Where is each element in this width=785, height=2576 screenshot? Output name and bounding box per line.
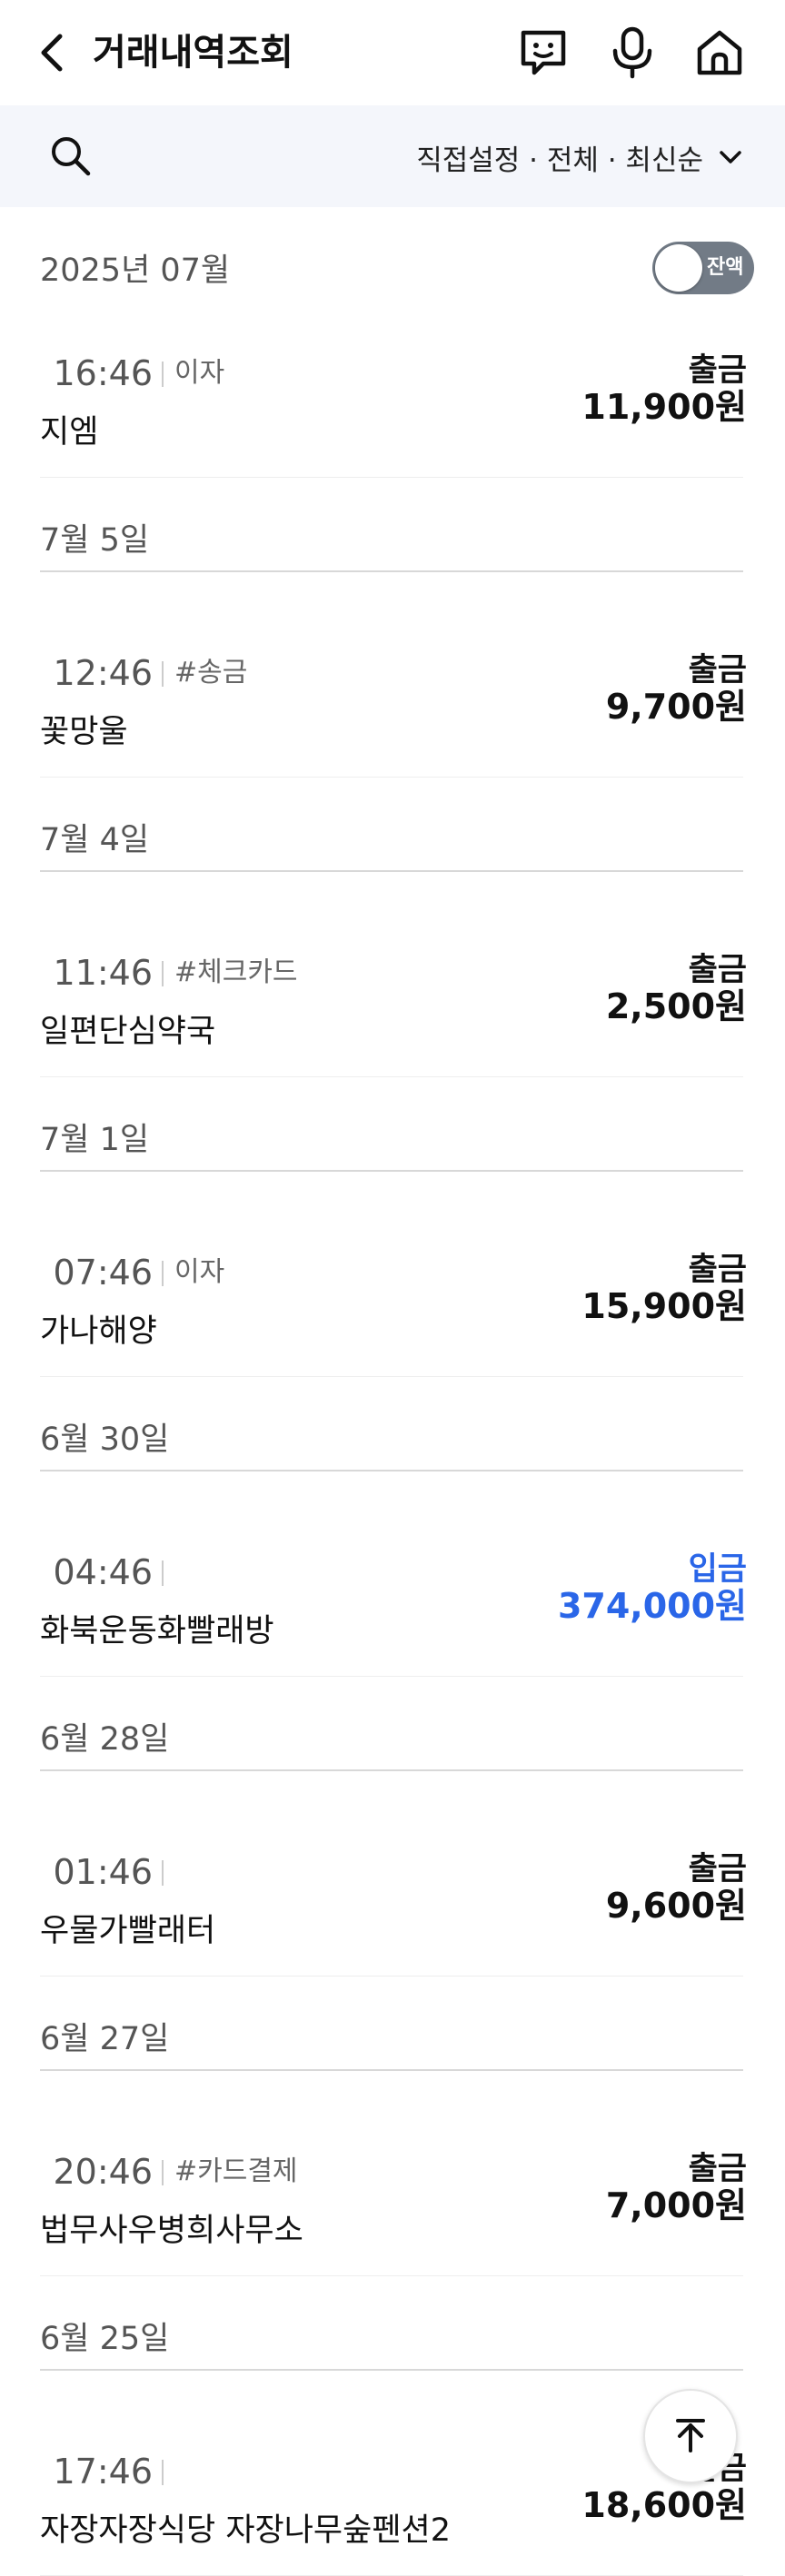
date-divider xyxy=(40,2069,743,2071)
filter-dropdown[interactable]: 직접설정 · 전체 · 최신순 xyxy=(416,133,745,182)
chat-icon xyxy=(521,30,566,75)
date-header: 7월 4일 xyxy=(0,778,785,899)
transaction-name: 우물가빨래터 xyxy=(40,1913,216,1949)
transaction-type: 출금 xyxy=(688,2151,747,2187)
date-divider xyxy=(40,2369,743,2371)
chevron-down-icon xyxy=(720,151,741,163)
transaction-type: 출금 xyxy=(688,1851,747,1887)
toggle-knob xyxy=(655,244,702,292)
chevron-left-icon xyxy=(41,34,63,72)
date-divider xyxy=(40,1170,743,1172)
scroll-top-button[interactable] xyxy=(643,2389,738,2483)
chatbot-button[interactable] xyxy=(516,25,571,80)
transaction-time: 01:46 xyxy=(53,1852,153,1892)
transaction-time: 17:46 xyxy=(53,2452,153,2492)
mic-icon xyxy=(612,26,652,79)
transaction-item[interactable]: 16:46 이자지엠 출금 11,900원 xyxy=(0,300,785,478)
transaction-list: 16:46 이자 지엠 출금 11,900원 7월 5일 12:46 #송금 꽃망울 출금 9,70… xyxy=(0,300,785,2576)
date-label: 6월 30일 xyxy=(40,1422,170,1458)
transaction-type: 출금 xyxy=(688,1252,747,1288)
month-label: 2025년 07월 xyxy=(40,253,231,289)
date-divider xyxy=(40,1470,743,1471)
arrow-up-icon xyxy=(676,2419,705,2452)
transaction-item[interactable]: 20:46 #카드결제법무사우병희사무소 출금 7,000원 xyxy=(0,2098,785,2276)
transaction-name: 꽃망울 xyxy=(40,714,128,750)
transaction-type: 입금 xyxy=(688,1551,747,1588)
date-label: 7월 1일 xyxy=(40,1122,150,1158)
transaction-name: 일편단심약국 xyxy=(40,1014,216,1050)
transaction-amount: 11,900원 xyxy=(581,387,747,427)
transaction-type: 출금 xyxy=(688,652,747,689)
time-tag-separator xyxy=(162,2460,164,2485)
transaction-tag: #체크카드 xyxy=(174,956,298,988)
transaction-name: 가나해양 xyxy=(40,1313,157,1350)
transaction-item[interactable]: 01:46 우물가빨래터 출금 9,600원 xyxy=(0,1798,785,1977)
transaction-amount: 18,600원 xyxy=(581,2485,747,2525)
transaction-item[interactable]: 11:46 #체크카드일편단심약국 출금 2,500원 xyxy=(0,899,785,1077)
search-button[interactable] xyxy=(47,133,93,178)
transaction-name: 화북운동화빨래방 xyxy=(40,1613,274,1650)
transaction-amount: 7,000원 xyxy=(605,2185,747,2225)
date-label: 6월 25일 xyxy=(40,2321,170,2357)
transaction-tag: 이자 xyxy=(174,357,225,389)
transaction-amount: 9,700원 xyxy=(605,687,747,727)
transaction-item[interactable]: 07:46 이자가나해양 출금 15,900원 xyxy=(0,1199,785,1377)
transaction-time: 04:46 xyxy=(53,1552,153,1592)
home-icon xyxy=(697,30,742,75)
transaction-type: 출금 xyxy=(688,352,747,389)
date-header: 6월 28일 xyxy=(0,1677,785,1798)
transaction-time: 20:46 xyxy=(53,2152,153,2192)
transaction-tag: #카드결제 xyxy=(174,2155,298,2187)
date-label: 7월 4일 xyxy=(40,822,150,858)
transaction-time: 07:46 xyxy=(53,1253,153,1293)
app-header: 거래내역조회 xyxy=(0,0,785,105)
transaction-amount: 374,000원 xyxy=(557,1586,747,1626)
transaction-item[interactable]: 12:46 #송금꽃망울 출금 9,700원 xyxy=(0,599,785,778)
date-label: 6월 28일 xyxy=(40,1721,170,1758)
back-button[interactable] xyxy=(33,27,76,78)
transaction-name: 지엠 xyxy=(40,414,99,451)
time-tag-separator xyxy=(162,362,164,387)
transaction-amount: 15,900원 xyxy=(581,1286,747,1326)
time-tag-separator xyxy=(162,1261,164,1286)
time-tag-separator xyxy=(162,661,164,687)
date-divider xyxy=(40,1769,743,1771)
balance-toggle[interactable]: 잔액 xyxy=(652,242,754,294)
date-header: 6월 27일 xyxy=(0,1977,785,2098)
transaction-time: 12:46 xyxy=(53,653,153,693)
filter-summary-text: 직접설정 · 전체 · 최신순 xyxy=(416,144,703,177)
date-header: 7월 1일 xyxy=(0,1077,785,1199)
page-title: 거래내역조회 xyxy=(93,32,293,74)
date-header: 6월 25일 xyxy=(0,2276,785,2398)
transaction-time: 16:46 xyxy=(53,353,153,393)
transaction-tag: 이자 xyxy=(174,1256,225,1288)
transaction-tag: #송금 xyxy=(174,657,248,689)
search-icon xyxy=(52,137,91,176)
date-header: 7월 5일 xyxy=(0,478,785,599)
transaction-name: 자장자장식당 자장나무숲펜션2 xyxy=(40,2512,451,2549)
transaction-time: 11:46 xyxy=(53,953,153,993)
home-button[interactable] xyxy=(692,25,747,80)
time-tag-separator xyxy=(162,1860,164,1886)
date-header: 6월 30일 xyxy=(0,1377,785,1499)
transaction-type: 출금 xyxy=(688,952,747,988)
transaction-item[interactable]: 04:46 화북운동화빨래방 입금 374,000원 xyxy=(0,1499,785,1677)
time-tag-separator xyxy=(162,1560,164,1586)
transaction-amount: 9,600원 xyxy=(605,1886,747,1926)
date-label: 6월 27일 xyxy=(40,2021,170,2057)
transaction-amount: 2,500원 xyxy=(605,986,747,1026)
date-label: 7월 5일 xyxy=(40,522,150,559)
time-tag-separator xyxy=(162,961,164,986)
date-divider xyxy=(40,870,743,872)
voice-button[interactable] xyxy=(605,25,660,80)
transaction-name: 법무사우병희사무소 xyxy=(40,2213,303,2249)
balance-toggle-label: 잔액 xyxy=(707,256,744,279)
date-divider xyxy=(40,570,743,572)
time-tag-separator xyxy=(162,2160,164,2185)
